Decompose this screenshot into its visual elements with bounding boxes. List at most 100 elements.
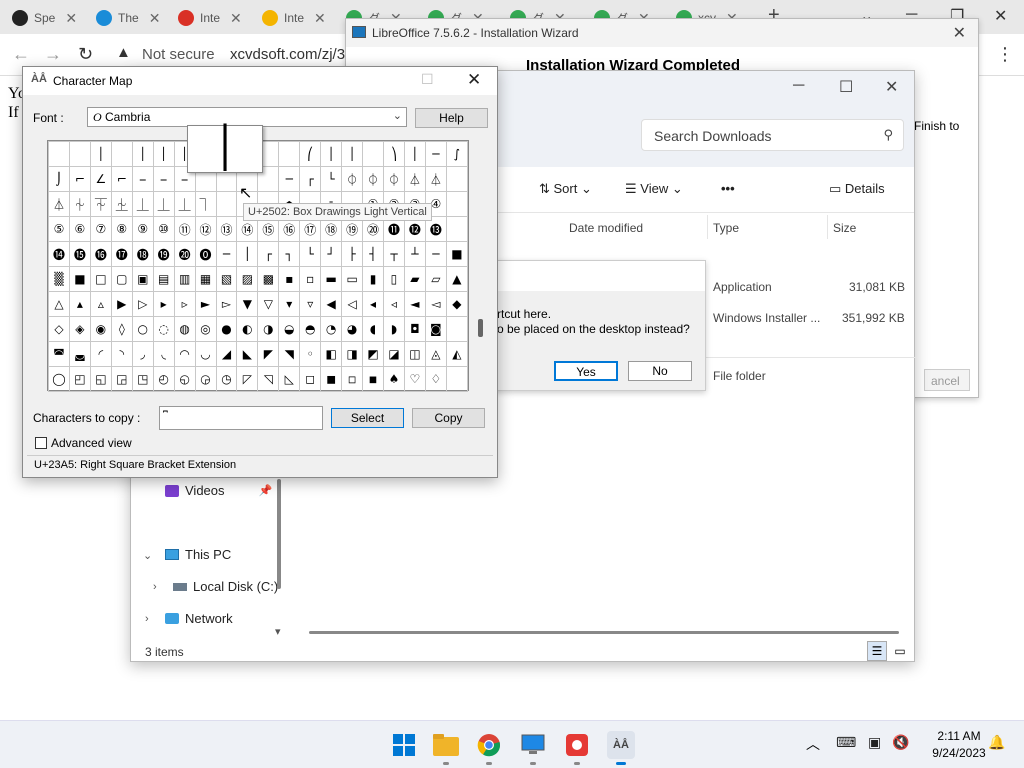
char-cell[interactable]: ─: [424, 241, 447, 267]
char-cell[interactable]: ♠: [383, 366, 405, 392]
char-cell[interactable]: └: [299, 241, 322, 267]
char-cell[interactable]: ⏀: [383, 166, 405, 192]
forward-icon[interactable]: →: [44, 44, 62, 65]
char-cell[interactable]: ⏊: [152, 191, 175, 217]
char-cell[interactable]: ◭: [445, 341, 469, 367]
char-cell[interactable]: ▶: [110, 291, 133, 317]
char-cell[interactable]: ◜: [89, 341, 112, 367]
char-cell[interactable]: ▸: [152, 291, 175, 317]
char-cell[interactable]: ▢: [110, 266, 133, 292]
yes-button[interactable]: Yes: [554, 361, 618, 381]
nav-item-this-pc[interactable]: This PC: [165, 547, 231, 562]
char-cell[interactable]: ┐: [278, 241, 301, 267]
browser-tab[interactable]: Inte ✕: [262, 6, 336, 30]
char-cell[interactable]: ◛: [68, 341, 91, 367]
char-cell[interactable]: ▪: [278, 266, 301, 292]
char-cell[interactable]: ⑩: [152, 216, 175, 242]
char-cell[interactable]: ▾: [278, 291, 301, 317]
char-cell[interactable]: [445, 191, 469, 217]
windows-start-icon[interactable]: [390, 731, 418, 759]
red-app-icon[interactable]: [563, 731, 591, 765]
chevron-up-icon[interactable]: ︿: [806, 734, 820, 754]
char-cell[interactable]: ○: [131, 316, 154, 342]
tab-close-icon[interactable]: ✕: [230, 10, 242, 27]
char-cell[interactable]: ⏊: [173, 191, 196, 217]
char-cell[interactable]: ◔: [320, 316, 343, 342]
char-cell[interactable]: ◧: [320, 341, 343, 367]
char-cell[interactable]: [48, 141, 70, 167]
char-cell[interactable]: │: [341, 141, 364, 167]
char-cell[interactable]: ▷: [131, 291, 154, 317]
char-cell[interactable]: ◖: [362, 316, 385, 342]
char-cell[interactable]: ◽: [341, 366, 364, 392]
char-cell[interactable]: ⑨: [131, 216, 154, 242]
close-icon[interactable]: ✕: [885, 77, 898, 97]
remote-desktop-icon[interactable]: [519, 731, 547, 765]
close-icon[interactable]: ✕: [467, 70, 481, 90]
maximize-icon[interactable]: ☐: [839, 77, 853, 97]
char-cell[interactable]: ▧: [215, 266, 238, 292]
file-explorer-icon[interactable]: [432, 731, 460, 765]
char-cell[interactable]: ├: [341, 241, 364, 267]
char-cell[interactable]: ⑫: [194, 216, 217, 242]
chevron-down-icon[interactable]: ⌄: [393, 109, 402, 122]
char-cell[interactable]: ◎: [194, 316, 217, 342]
char-cell[interactable]: ◤: [257, 341, 280, 367]
char-cell[interactable]: ▰: [403, 266, 426, 292]
tiles-view-icon[interactable]: ▭: [890, 641, 910, 661]
char-cell[interactable]: ─: [278, 166, 301, 192]
char-cell[interactable]: ⏈: [110, 191, 133, 217]
browser-tab[interactable]: The ✕: [96, 6, 170, 30]
char-cell[interactable]: ◢: [215, 341, 238, 367]
char-cell[interactable]: ◳: [131, 366, 154, 392]
char-cell[interactable]: ◀: [320, 291, 343, 317]
column-divider[interactable]: [707, 215, 708, 239]
char-cell[interactable]: [215, 191, 238, 217]
char-cell[interactable]: ⑪: [173, 216, 196, 242]
char-cell[interactable]: [362, 141, 385, 167]
char-cell[interactable]: ┘: [320, 241, 343, 267]
char-cell[interactable]: ⏃: [403, 166, 426, 192]
char-cell[interactable]: ◍: [173, 316, 196, 342]
char-cell[interactable]: ⏆: [68, 191, 91, 217]
nav-item-videos[interactable]: Videos 📌: [165, 483, 272, 498]
clock-time[interactable]: 2:11 AM: [935, 729, 983, 743]
char-cell[interactable]: │: [320, 141, 343, 167]
char-cell[interactable]: ◊: [110, 316, 133, 342]
char-cell[interactable]: ⓯: [68, 241, 91, 267]
column-date-modified[interactable]: Date modified: [569, 221, 643, 235]
char-cell[interactable]: ─: [215, 241, 238, 267]
search-input[interactable]: Search Downloads ⚲: [641, 119, 904, 151]
char-cell[interactable]: ■: [445, 241, 469, 267]
char-cell[interactable]: [445, 216, 469, 242]
char-cell[interactable]: [68, 141, 91, 167]
char-cell[interactable]: ♡: [403, 366, 426, 392]
char-cell[interactable]: ◫: [403, 341, 426, 367]
char-cell[interactable]: ◶: [194, 366, 217, 392]
char-cell[interactable]: ⓮: [48, 241, 70, 267]
reload-icon[interactable]: ↻: [78, 44, 93, 65]
char-cell[interactable]: ⎛: [299, 141, 322, 167]
characters-to-copy-input[interactable]: ⎴: [159, 406, 323, 430]
browser-tab[interactable]: Inte ✕: [178, 6, 252, 30]
char-cell[interactable]: ◺: [278, 366, 301, 392]
scroll-down-icon[interactable]: ▾: [275, 625, 281, 638]
column-divider[interactable]: [827, 215, 828, 239]
keyboard-icon[interactable]: ⌨: [836, 734, 856, 751]
char-cell[interactable]: ▭: [341, 266, 364, 292]
tab-close-icon[interactable]: ✕: [149, 10, 161, 27]
char-cell[interactable]: ⎯: [152, 166, 175, 192]
char-cell[interactable]: ◒: [278, 316, 301, 342]
grid-scrollbar[interactable]: [478, 319, 483, 337]
char-cell[interactable]: ┬: [383, 241, 405, 267]
char-cell[interactable]: ◓: [299, 316, 322, 342]
char-cell[interactable]: └: [320, 166, 343, 192]
char-cell[interactable]: ▫: [299, 266, 322, 292]
tab-close-icon[interactable]: ✕: [65, 10, 77, 27]
notification-icon[interactable]: 🔔: [988, 734, 1005, 751]
char-cell[interactable]: ◗: [383, 316, 405, 342]
char-cell[interactable]: ◘: [403, 316, 426, 342]
char-cell[interactable]: ┴: [403, 241, 426, 267]
char-cell[interactable]: ∫: [445, 141, 469, 167]
char-cell[interactable]: ◣: [236, 341, 259, 367]
